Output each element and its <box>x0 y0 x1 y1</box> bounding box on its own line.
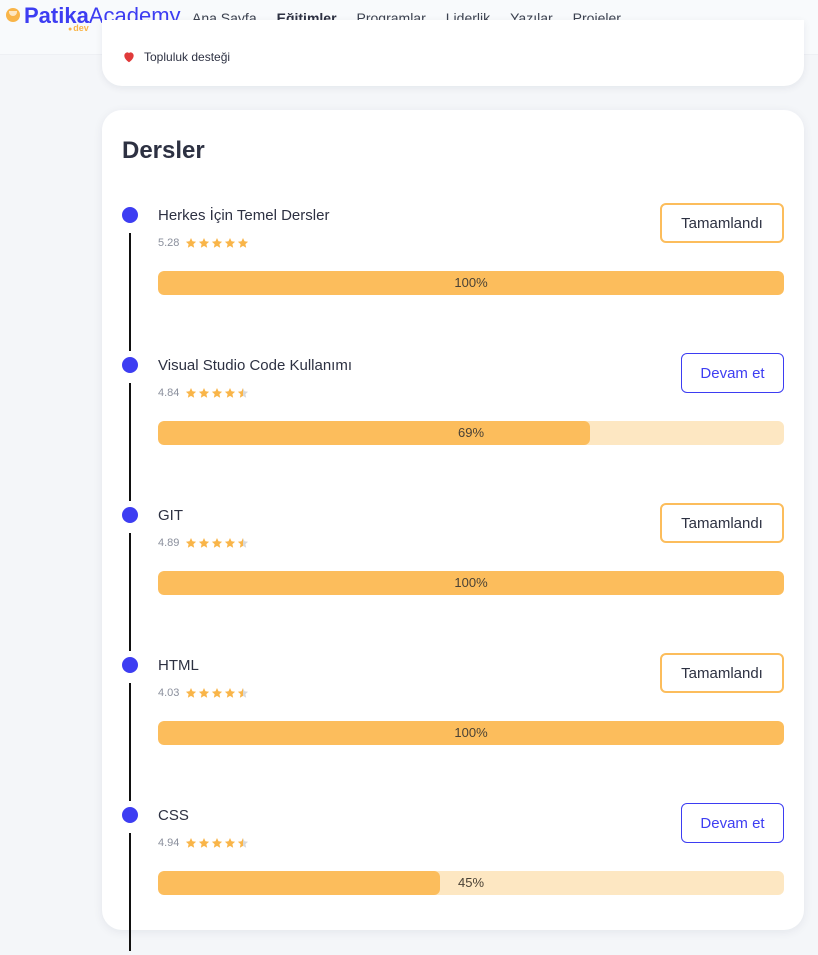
star-half-icon <box>238 838 249 848</box>
timeline-line <box>129 533 131 651</box>
completed-button[interactable]: Tamamlandı <box>660 503 784 543</box>
course-rating: 4.03 <box>158 687 249 699</box>
star-full-icon <box>212 688 223 698</box>
star-full-icon <box>225 688 236 698</box>
course-rating: 4.94 <box>158 837 249 849</box>
star-full-icon <box>212 838 223 848</box>
star-full-icon <box>225 838 236 848</box>
timeline-dot <box>122 207 138 223</box>
progress-label: 69% <box>457 425 485 440</box>
course-rating: 4.84 <box>158 387 249 399</box>
star-full-icon <box>186 388 197 398</box>
progress-label: 100% <box>454 275 488 290</box>
course-progress-bar: 100% <box>158 571 784 595</box>
course-item[interactable]: Visual Studio Code Kullanımı 4.84 69% Devam… <box>102 353 804 505</box>
timeline-dot <box>122 807 138 823</box>
course-title[interactable]: HTML <box>158 657 199 674</box>
completed-button[interactable]: Tamamlandı <box>660 653 784 693</box>
timeline-line <box>129 683 131 801</box>
section-title: Dersler <box>122 137 205 164</box>
progress-label: 100% <box>454 725 488 740</box>
star-full-icon <box>186 838 197 848</box>
timeline-dot <box>122 507 138 523</box>
star-full-icon <box>212 388 223 398</box>
rating-value: 4.84 <box>158 387 180 399</box>
star-full-icon <box>199 538 210 548</box>
star-full-icon <box>199 388 210 398</box>
star-full-icon <box>199 838 210 848</box>
rating-stars <box>185 387 249 399</box>
info-card: Topluluk desteği <box>102 20 804 86</box>
support-label: Topluluk desteği <box>144 50 231 64</box>
course-title[interactable]: CSS <box>158 807 189 824</box>
courses-card: Dersler Herkes İçin Temel Dersler 5.28 100… <box>102 110 804 951</box>
course-title[interactable]: Visual Studio Code Kullanımı <box>158 357 352 374</box>
course-rating: 4.89 <box>158 537 249 549</box>
course-title[interactable]: Herkes İçin Temel Dersler <box>158 207 329 224</box>
course-title[interactable]: GIT <box>158 507 183 524</box>
star-half-icon <box>238 388 249 398</box>
star-full-icon <box>186 688 197 698</box>
rating-stars <box>185 837 249 849</box>
timeline-line <box>129 233 131 351</box>
star-full-icon <box>212 538 223 548</box>
star-full-icon <box>225 238 236 248</box>
rating-stars <box>185 237 249 249</box>
star-full-icon <box>199 688 210 698</box>
support-feature: Topluluk desteği <box>122 50 230 64</box>
course-item[interactable]: Herkes İçin Temel Dersler 5.28 100% Tamamla… <box>102 203 804 355</box>
timeline-line <box>129 833 131 951</box>
star-full-icon <box>225 538 236 548</box>
star-full-icon <box>199 238 210 248</box>
course-progress-bar: 100% <box>158 721 784 745</box>
course-rating: 5.28 <box>158 237 249 249</box>
star-full-icon <box>225 388 236 398</box>
progress-label: 100% <box>454 575 488 590</box>
heart-icon <box>124 52 134 63</box>
star-half-icon <box>238 688 249 698</box>
logo-mark-icon <box>6 8 20 22</box>
rating-stars <box>185 687 249 699</box>
course-item[interactable]: CSS 4.94 45% Devam et <box>102 803 804 955</box>
course-progress-bar: 100% <box>158 271 784 295</box>
continue-button[interactable]: Devam et <box>681 803 784 843</box>
star-full-icon <box>186 238 197 248</box>
progress-label: 45% <box>457 875 485 890</box>
star-half-icon <box>238 538 249 548</box>
logo-sub: dev <box>68 23 89 33</box>
course-progress-bar: 69% <box>158 421 784 445</box>
completed-button[interactable]: Tamamlandı <box>660 203 784 243</box>
star-full-icon <box>186 538 197 548</box>
timeline-line <box>129 383 131 501</box>
continue-button[interactable]: Devam et <box>681 353 784 393</box>
course-item[interactable]: HTML 4.03 100% Tamamlandı <box>102 653 804 805</box>
rating-stars <box>185 537 249 549</box>
rating-value: 5.28 <box>158 237 180 249</box>
star-full-icon <box>238 238 249 248</box>
timeline-dot <box>122 357 138 373</box>
rating-value: 4.03 <box>158 687 180 699</box>
rating-value: 4.94 <box>158 837 180 849</box>
rating-value: 4.89 <box>158 537 180 549</box>
course-progress-bar: 45% <box>158 871 784 895</box>
course-item[interactable]: GIT 4.89 100% Tamamlandı <box>102 503 804 655</box>
star-full-icon <box>212 238 223 248</box>
timeline-dot <box>122 657 138 673</box>
